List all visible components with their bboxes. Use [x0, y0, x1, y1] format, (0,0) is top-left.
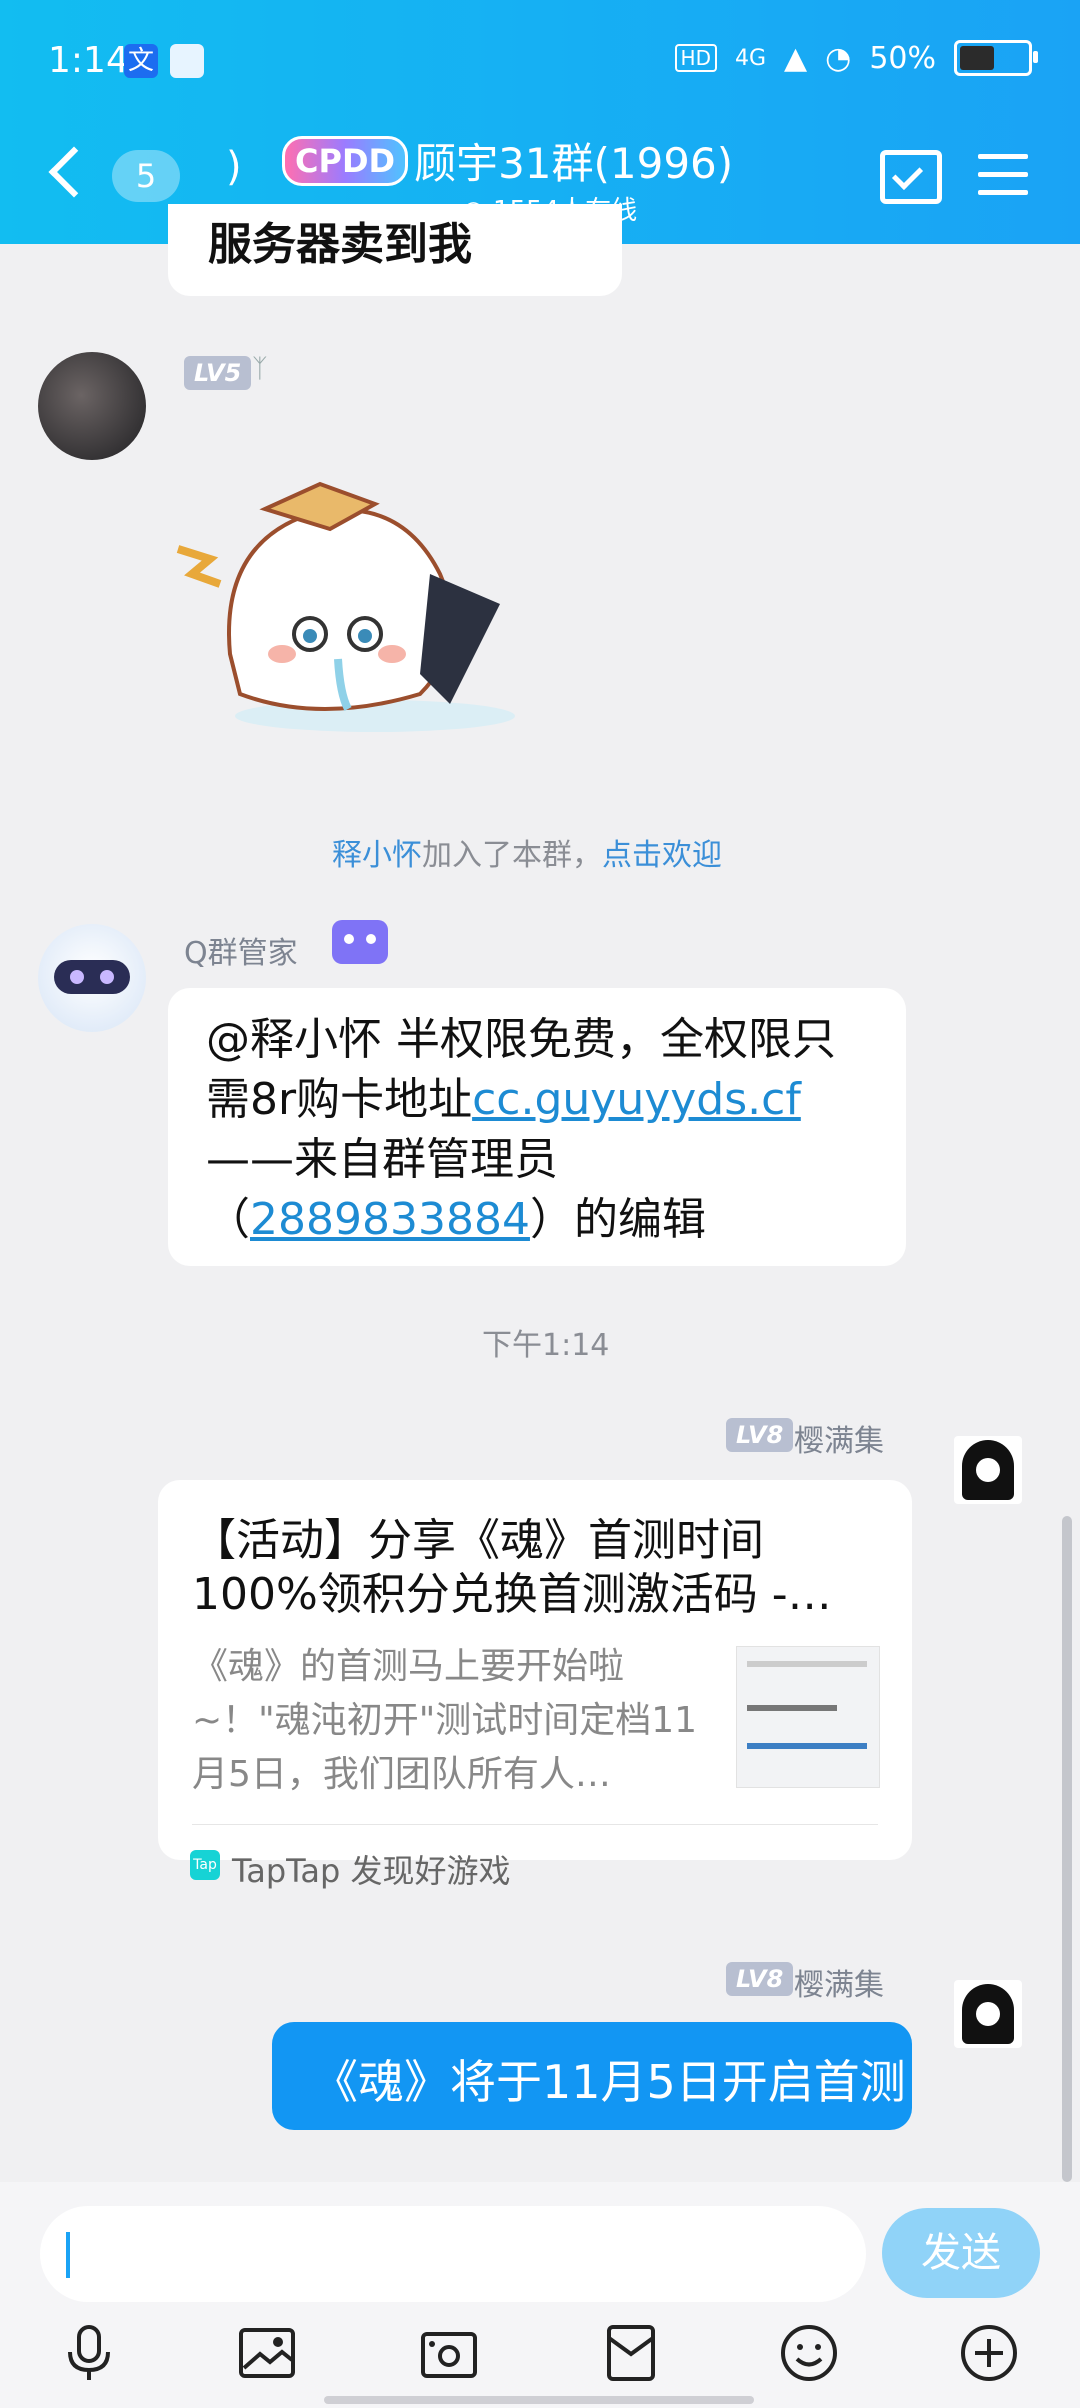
sticker-svg: [176, 481, 515, 732]
bot-avatar[interactable]: [38, 924, 146, 1032]
sender-name[interactable]: 樱满集: [794, 1960, 884, 2004]
back-icon[interactable]: [48, 146, 100, 198]
robot-icon: [332, 920, 388, 964]
avatar[interactable]: [954, 1436, 1022, 1504]
notification-app-icon: [170, 44, 204, 78]
menu-icon[interactable]: [978, 154, 1028, 208]
status-right: HD 4G ▲ ◔ 50%: [674, 40, 1038, 76]
card-thumbnail: [736, 1646, 880, 1788]
message-bubble-partial[interactable]: 服务器卖到我: [168, 204, 622, 296]
message-input[interactable]: [40, 2206, 866, 2302]
card-title: 【活动】分享《魂》首测时间100%领积分兑换首测激活码 -…: [192, 1515, 832, 1620]
avatar[interactable]: [38, 352, 146, 460]
level-badge: LV8: [726, 1418, 794, 1452]
status-bar: 1:14 文 HD 4G ▲ ◔ 50%: [0, 0, 1080, 120]
composer: 发送: [0, 2182, 1080, 2408]
title-icon: ᛉ: [252, 354, 268, 384]
sender-name[interactable]: 樱满集: [794, 1416, 884, 1460]
text-cursor: [66, 2232, 70, 2278]
chat-area[interactable]: 服务器卖到我 LV5 ᛉ 释小怀加入了本群，点击欢迎 Q群管家 @释小怀 半权限…: [0, 204, 1080, 2182]
joined-user-link[interactable]: 释小怀: [332, 838, 422, 873]
toolbar: [0, 2318, 1080, 2398]
microphone-icon[interactable]: [58, 2322, 120, 2384]
timestamp: 下午1:14: [482, 1328, 610, 1363]
welcome-link[interactable]: 点击欢迎: [602, 838, 722, 873]
bot-message-bubble[interactable]: @释小怀 半权限免费，全权限只 需8r购卡地址cc.guyuyyds.cf ——…: [168, 988, 906, 1266]
sender-name[interactable]: Q群管家: [184, 928, 298, 972]
wifi-icon: ◔: [825, 40, 852, 76]
level-badge: LV8: [726, 1962, 794, 1996]
wifi-icon: ▲: [784, 40, 808, 76]
outgoing-message-bubble[interactable]: 《魂》将于11月5日开启首测: [272, 2022, 912, 2130]
battery-percent: 50%: [869, 40, 936, 76]
cpdd-tag: CPDD: [282, 135, 409, 186]
shared-card[interactable]: 【活动】分享《魂》首测时间100%领积分兑换首测激活码 -… 《魂》的首测马上要…: [158, 1480, 912, 1890]
camera-icon[interactable]: [418, 2322, 480, 2384]
sticker-image[interactable]: [170, 454, 550, 734]
calendar-check-icon[interactable]: [880, 150, 942, 204]
level-badge: LV5: [184, 356, 252, 390]
admin-qq-link[interactable]: 2889833884: [250, 1194, 530, 1245]
send-button[interactable]: 发送: [882, 2208, 1040, 2298]
battery-icon: [954, 40, 1038, 76]
home-indicator: [324, 2396, 754, 2404]
card-url-link[interactable]: cc.guyuyyds.cf: [472, 1074, 801, 1125]
ear-icon[interactable]: ): [226, 144, 242, 190]
card-source: TapTap 发现好游戏: [232, 1852, 511, 1890]
image-icon[interactable]: [236, 2322, 298, 2384]
scrollbar[interactable]: [1062, 1516, 1072, 2182]
emoji-icon[interactable]: [778, 2322, 840, 2384]
avatar[interactable]: [954, 1980, 1022, 2048]
plus-icon[interactable]: [958, 2322, 1020, 2384]
group-title-row[interactable]: CPDD 顾宇31群(1996): [282, 130, 733, 191]
taptap-icon: Tap: [190, 1850, 220, 1880]
translate-app-icon: 文: [124, 44, 158, 78]
signal-icon: 4G: [735, 45, 767, 71]
red-packet-icon[interactable]: [600, 2322, 662, 2384]
unread-badge[interactable]: 5: [112, 150, 180, 202]
hd-icon: HD: [674, 44, 717, 72]
card-description: 《魂》的首测马上要开始啦~！"魂沌初开"测试时间定档11月5日，我们团队所有人…: [192, 1646, 698, 1795]
system-join-notice: 释小怀加入了本群，点击欢迎: [332, 838, 722, 873]
group-title: 顾宇31群(1996): [414, 139, 734, 188]
robot-face-icon: [54, 960, 130, 994]
status-time: 1:14: [48, 40, 129, 81]
